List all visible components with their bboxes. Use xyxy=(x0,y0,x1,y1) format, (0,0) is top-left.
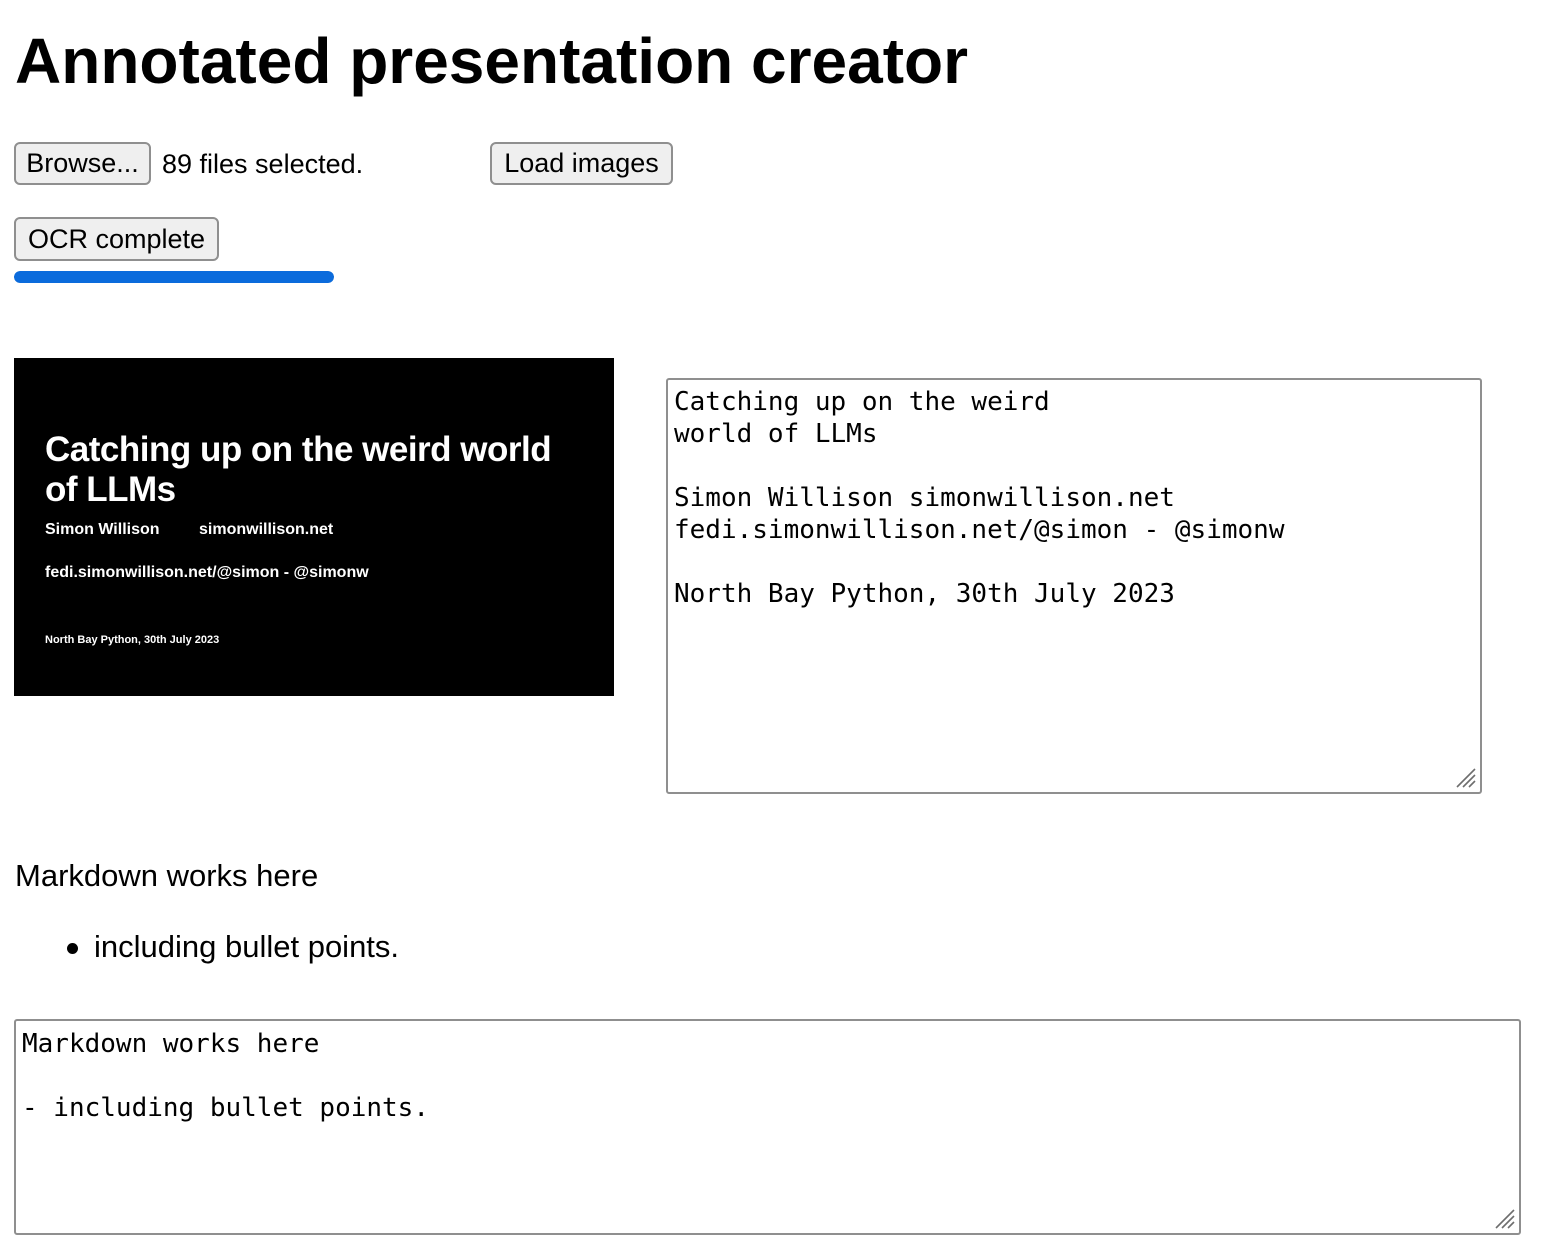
ocr-text-area[interactable]: Catching up on the weird world of LLMs S… xyxy=(666,378,1482,794)
browse-files-button[interactable]: Browse... xyxy=(14,142,151,185)
list-item-text: including bullet points. xyxy=(94,929,400,964)
load-images-button[interactable]: Load images xyxy=(490,142,673,185)
rendered-markdown-paragraph: Markdown works here xyxy=(15,858,319,893)
ocr-progress-bar xyxy=(14,271,334,283)
resize-grip-icon[interactable] xyxy=(1451,763,1477,789)
slide-image: Catching up on the weird world of LLMs S… xyxy=(14,358,614,696)
resize-grip-icon[interactable] xyxy=(1490,1204,1516,1230)
notes-text-area[interactable]: Markdown works here - including bullet p… xyxy=(14,1019,1521,1235)
ocr-progress-fill xyxy=(14,271,334,283)
slide-author-name: Simon Willison xyxy=(45,521,160,538)
page-title: Annotated presentation creator xyxy=(15,25,969,97)
list-item: including bullet points. xyxy=(15,928,399,966)
slide-title: Catching up on the weird world of LLMs xyxy=(45,430,552,509)
slide-event-line: North Bay Python, 30th July 2023 xyxy=(45,634,220,646)
files-selected-status: 89 files selected. xyxy=(162,149,364,179)
slide-fedi-handle: fedi.simonwillison.net/@simon - @simonw xyxy=(45,564,369,581)
rendered-markdown-list: including bullet points. xyxy=(15,928,399,966)
notes-text-value: Markdown works here - including bullet p… xyxy=(22,1029,429,1123)
ocr-button[interactable]: OCR complete xyxy=(14,217,219,261)
bullet-icon xyxy=(67,943,78,954)
slide-author-site: simonwillison.net xyxy=(199,521,334,538)
